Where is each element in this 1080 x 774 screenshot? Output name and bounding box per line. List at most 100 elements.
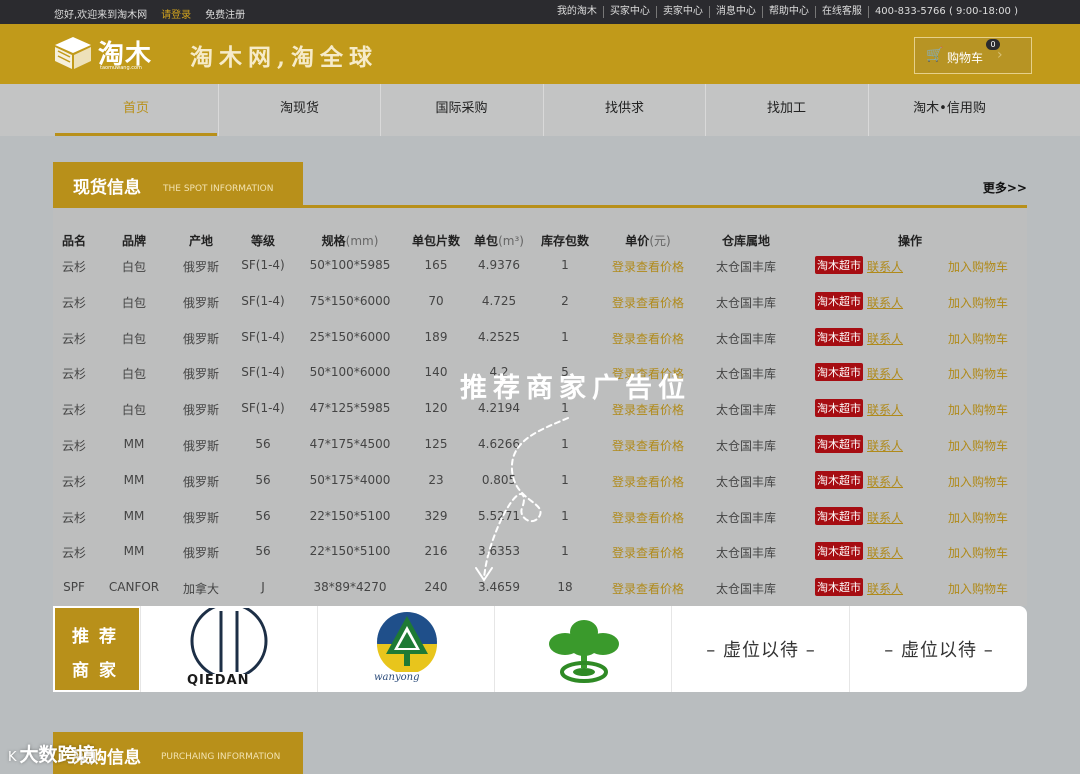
nav-credit-purchase[interactable]: 淘木•信用购 [868, 84, 1030, 136]
cell-origin: 俄罗斯 [182, 260, 220, 274]
contact-link[interactable]: 联系人 [867, 365, 903, 382]
site-logo[interactable]: 淘木 taomuwang.com [54, 32, 158, 74]
purchase-subtitle: PURCHAING INFORMATION [161, 752, 281, 762]
column-header-action: 操作 [898, 232, 922, 249]
supermarket-badge[interactable]: 淘木超市 [815, 291, 863, 310]
cart-label: 购物车 [947, 51, 984, 65]
cell-brand: MM [123, 472, 145, 487]
seller-center-link[interactable]: 卖家中心 [655, 6, 709, 18]
nav-home[interactable]: 首页 [55, 84, 217, 136]
login-to-view-price-link[interactable]: 登录查看价格 [612, 544, 684, 561]
merchant-slot-wanyong[interactable]: wanyong [317, 606, 495, 692]
nav-international-purchase[interactable]: 国际采购 [380, 84, 542, 136]
login-to-view-price-link[interactable]: 登录查看价格 [612, 437, 684, 454]
contact-link[interactable]: 联系人 [867, 509, 903, 526]
cell-stock: 2 [561, 293, 569, 308]
supermarket-badge[interactable]: 淘木超市 [815, 435, 863, 453]
contact-link[interactable]: 联系人 [867, 258, 903, 275]
contact-link[interactable]: 联系人 [867, 580, 903, 597]
cell-spec: 22*150*5100 [309, 544, 391, 559]
contact-link[interactable]: 联系人 [867, 473, 903, 490]
cell-name: 云杉 [61, 474, 87, 489]
greeting-text: 您好,欢迎来到淘木网 [54, 10, 148, 21]
login-to-view-price-link[interactable]: 登录查看价格 [612, 294, 684, 311]
cell-origin: 加拿大 [182, 582, 220, 597]
qiedan-logo-icon [190, 608, 268, 674]
online-service-link[interactable]: 在线客服 [814, 6, 868, 18]
nav-spot-goods[interactable]: 淘现货 [218, 84, 380, 136]
spot-more-link[interactable]: 更多>> [983, 179, 1027, 196]
cart-button[interactable]: 🛒 购物车 0 › [914, 37, 1032, 74]
contact-link[interactable]: 联系人 [867, 544, 903, 561]
supermarket-badge[interactable]: 淘木超市 [815, 327, 863, 346]
merchant-slot-tree[interactable] [494, 606, 672, 692]
supermarket-badge[interactable]: 淘木超市 [815, 578, 863, 597]
column-header-unit: (m³) [498, 234, 524, 248]
add-to-cart-link[interactable]: 加入购物车 [948, 401, 1008, 418]
login-link[interactable]: 请登录 [161, 6, 191, 21]
login-to-view-price-link[interactable]: 登录查看价格 [612, 330, 684, 347]
cell-grade: 56 [255, 508, 271, 523]
nav-processing[interactable]: 找加工 [705, 84, 867, 136]
add-to-cart-link[interactable]: 加入购物车 [948, 330, 1008, 347]
dashed-arrow-icon [475, 417, 569, 582]
help-center-link[interactable]: 帮助中心 [761, 6, 815, 18]
supermarket-badge[interactable]: 淘木超市 [815, 470, 863, 489]
supermarket-badge[interactable]: 淘木超市 [815, 506, 863, 525]
cell-spec: 50*175*4000 [309, 472, 391, 487]
login-to-view-price-link[interactable]: 登录查看价格 [612, 509, 684, 526]
vacant-slot-text: – 虚位以待 – [706, 640, 816, 661]
spot-subtitle: THE SPOT INFORMATION [163, 184, 274, 194]
logo-cube-icon [55, 37, 91, 69]
cell-grade: 56 [255, 472, 271, 487]
watermark: K 大数跨境 [8, 740, 96, 767]
contact-link[interactable]: 联系人 [867, 294, 903, 311]
supermarket-badge[interactable]: 淘木超市 [815, 363, 863, 382]
my-taomu-link[interactable]: 我的淘木 [551, 6, 603, 18]
column-header-label: 操作 [897, 234, 923, 248]
cell-warehouse: 太仓国丰库 [715, 439, 777, 453]
contact-link[interactable]: 联系人 [867, 401, 903, 418]
merchant-slot-vacant-2[interactable]: – 虚位以待 – [849, 606, 1027, 692]
cell-grade: SF(1-4) [241, 293, 285, 308]
message-center-link[interactable]: 消息中心 [708, 6, 762, 18]
column-header-price: 单价(元) [625, 232, 670, 249]
column-header-pieces: 单包片数 [412, 232, 460, 249]
register-link[interactable]: 免费注册 [205, 6, 245, 21]
cell-origin: 俄罗斯 [182, 474, 220, 489]
contact-link[interactable]: 联系人 [867, 437, 903, 454]
spot-title: 现货信息 [73, 178, 141, 198]
merchant-slot-qiedan[interactable]: QIEDAN [140, 606, 318, 692]
column-header-origin: 产地 [189, 232, 213, 249]
add-to-cart-link[interactable]: 加入购物车 [948, 473, 1008, 490]
column-header-label: 等级 [250, 234, 276, 248]
cell-brand: 白包 [121, 403, 147, 418]
add-to-cart-link[interactable]: 加入购物车 [948, 258, 1008, 275]
add-to-cart-link[interactable]: 加入购物车 [948, 509, 1008, 526]
add-to-cart-link[interactable]: 加入购物车 [948, 294, 1008, 311]
supermarket-badge[interactable]: 淘木超市 [815, 542, 863, 561]
login-to-view-price-link[interactable]: 登录查看价格 [612, 580, 684, 597]
buyer-center-link[interactable]: 买家中心 [602, 6, 656, 18]
nav-supply-demand[interactable]: 找供求 [543, 84, 705, 136]
spot-section-header: 现货信息 THE SPOT INFORMATION 更多>> [53, 162, 1027, 208]
login-to-view-price-link[interactable]: 登录查看价格 [612, 473, 684, 490]
supermarket-badge[interactable]: 淘木超市 [815, 399, 863, 418]
add-to-cart-link[interactable]: 加入购物车 [948, 580, 1008, 597]
contact-link[interactable]: 联系人 [867, 330, 903, 347]
cell-warehouse: 太仓国丰库 [715, 295, 777, 310]
login-to-view-price-link[interactable]: 登录查看价格 [612, 258, 684, 275]
add-to-cart-link[interactable]: 加入购物车 [948, 437, 1008, 454]
merchant-slot-vacant-1[interactable]: – 虚位以待 – [671, 606, 849, 692]
cell-brand: 白包 [121, 260, 147, 274]
supermarket-badge[interactable]: 淘木超市 [815, 256, 863, 274]
table-row: 云杉 白包 俄罗斯 SF(1-4) 50*100*5985 165 4.9376 1 太仓国丰库… [53, 256, 1027, 294]
add-to-cart-link[interactable]: 加入购物车 [948, 544, 1008, 561]
add-to-cart-link[interactable]: 加入购物车 [948, 365, 1008, 382]
cell-origin: 俄罗斯 [182, 403, 220, 418]
tree-logo-icon [549, 620, 619, 683]
column-header-label: 规格 [321, 234, 346, 248]
cell-warehouse: 太仓国丰库 [715, 474, 777, 489]
top-bar: 您好,欢迎来到淘木网 请登录 免费注册 我的淘木 买家中心 卖家中心 消息中心 … [0, 0, 1080, 24]
recommended-merchants: 推荐 商家 QIEDAN wanyong – 虚位以待 – – 虚位以待 – [53, 606, 1027, 692]
